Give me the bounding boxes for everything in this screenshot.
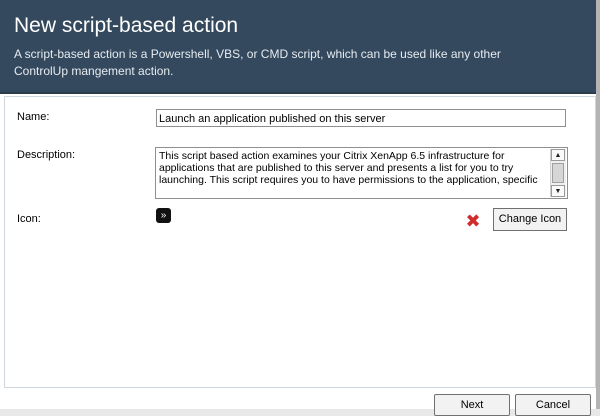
dialog-header: New script-based action A script-based a… (0, 0, 600, 94)
dialog-subtitle: A script-based action is a Powershell, V… (14, 47, 501, 78)
description-text: This script based action examines your C… (159, 150, 538, 186)
remove-icon[interactable]: ✖ (464, 212, 482, 230)
scroll-down-arrow-icon[interactable]: ▼ (551, 185, 565, 197)
name-label: Name: (17, 111, 50, 123)
form-panel: Name: Launch an application published on… (4, 96, 596, 388)
icon-label: Icon: (17, 213, 41, 225)
description-textarea[interactable]: This script based action examines your C… (155, 147, 568, 199)
next-button[interactable]: Next (434, 394, 510, 416)
description-label: Description: (17, 149, 76, 161)
new-script-action-dialog: New script-based action A script-based a… (0, 0, 600, 416)
dialog-title: New script-based action (14, 14, 239, 37)
cancel-button[interactable]: Cancel (515, 394, 591, 416)
scroll-thumb[interactable] (552, 163, 564, 183)
description-scrollbar[interactable]: ▲ ▼ (550, 149, 566, 197)
script-action-icon: » (156, 208, 171, 223)
change-icon-button[interactable]: Change Icon (493, 208, 567, 231)
scroll-up-arrow-icon[interactable]: ▲ (551, 149, 565, 161)
window-frame-edge (596, 0, 600, 409)
name-input[interactable]: Launch an application published on this … (156, 109, 566, 127)
